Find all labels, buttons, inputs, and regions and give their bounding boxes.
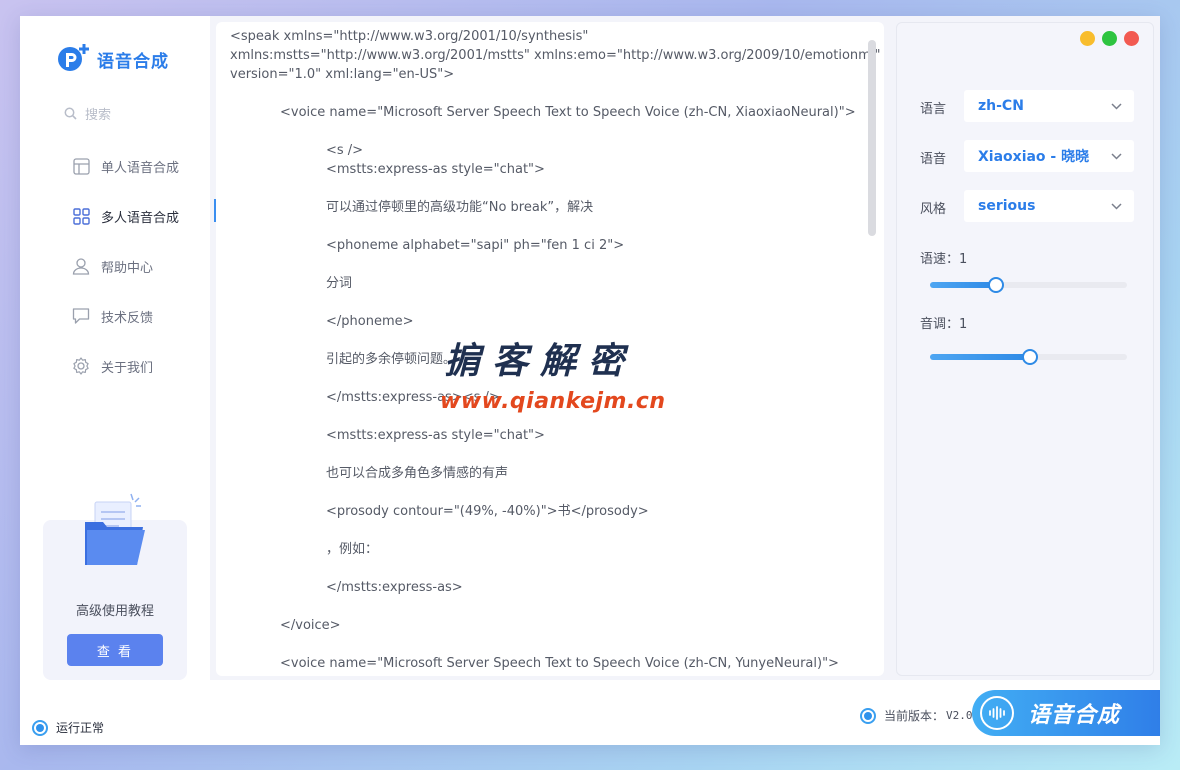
speed-slider-fill bbox=[930, 282, 995, 288]
sidebar-item-feedback[interactable]: 技术反馈 bbox=[20, 291, 210, 341]
pitch-slider[interactable] bbox=[930, 349, 1127, 365]
code-line: 分词 bbox=[326, 276, 353, 291]
speed-label: 语速：1 bbox=[920, 252, 968, 267]
sidebar-item-about[interactable]: 关于我们 bbox=[20, 341, 210, 391]
chevron-down-icon bbox=[1111, 102, 1122, 110]
style-select[interactable]: serious bbox=[964, 190, 1134, 222]
status-indicator: 运行正常 bbox=[32, 719, 104, 736]
app-logo: 语音合成 bbox=[57, 42, 169, 76]
sidebar-item-label: 多人语音合成 bbox=[101, 210, 180, 226]
code-line: </voice> bbox=[280, 618, 341, 633]
speed-slider-thumb[interactable] bbox=[988, 277, 1004, 293]
window-controls bbox=[1080, 31, 1139, 46]
voice-label: 语音 bbox=[920, 152, 947, 167]
language-label: 语言 bbox=[920, 102, 947, 117]
version-dot-icon bbox=[860, 707, 876, 724]
logo-text: 语音合成 bbox=[97, 51, 169, 72]
code-line: <mstts:express-as style="chat"> bbox=[326, 162, 545, 177]
version-info: 当前版本： V2.0 bbox=[860, 707, 973, 724]
sidebar-item-single-voice[interactable]: 单人语音合成 bbox=[20, 141, 210, 191]
code-line: <voice name="Microsoft Server Speech Tex… bbox=[280, 105, 856, 120]
voice-select[interactable]: Xiaoxiao - 晓晓 bbox=[964, 140, 1134, 172]
grid-icon bbox=[72, 207, 90, 225]
search-box[interactable]: 搜索 bbox=[64, 104, 111, 123]
language-value: zh-CN bbox=[978, 98, 1024, 114]
code-line: <speak xmlns="http://www.w3.org/2001/10/… bbox=[230, 29, 589, 44]
logo-p-icon bbox=[57, 42, 91, 76]
minimize-button[interactable] bbox=[1080, 31, 1095, 46]
close-button[interactable] bbox=[1124, 31, 1139, 46]
code-line: </mstts:express-as> bbox=[326, 580, 463, 595]
synthesize-label: 语音合成 bbox=[1028, 703, 1121, 728]
bottom-bar: 当前版本： V2.0 语音合成 bbox=[210, 680, 1160, 745]
chat-icon bbox=[72, 307, 90, 325]
speed-slider[interactable] bbox=[930, 277, 1127, 293]
code-line: <mstts:express-as style="chat"> bbox=[326, 428, 545, 443]
chevron-down-icon bbox=[1111, 152, 1122, 160]
folder-icon bbox=[83, 492, 153, 576]
code-line: <phoneme alphabet="sapi" ph="fen 1 ci 2"… bbox=[326, 238, 625, 253]
editor-scrollbar[interactable] bbox=[868, 40, 876, 236]
tutorial-label: 高级使用教程 bbox=[75, 604, 154, 619]
settings-panel: 语言 zh-CN 语音 Xiaoxiao - 晓晓 风格 serious 语速：… bbox=[896, 22, 1154, 676]
view-tutorial-button[interactable]: 查 看 bbox=[67, 634, 163, 666]
code-line: <voice name="Microsoft Server Speech Tex… bbox=[280, 656, 839, 671]
sidebar-item-help[interactable]: 帮助中心 bbox=[20, 241, 210, 291]
sidebar-item-label: 技术反馈 bbox=[101, 310, 154, 326]
sidebar-nav: 单人语音合成 多人语音合成 帮助中心 技术反馈 关于我们 bbox=[20, 141, 210, 391]
sidebar-item-label: 关于我们 bbox=[101, 360, 154, 376]
style-value: serious bbox=[978, 198, 1036, 214]
status-dot-icon bbox=[32, 719, 48, 736]
maximize-button[interactable] bbox=[1102, 31, 1117, 46]
sidebar-item-label: 帮助中心 bbox=[101, 260, 154, 276]
code-line: <s /> bbox=[326, 143, 364, 158]
code-line: 可以通过停顿里的高级功能“No break”，解决 bbox=[326, 200, 594, 215]
language-select[interactable]: zh-CN bbox=[964, 90, 1134, 122]
style-label: 风格 bbox=[920, 202, 947, 217]
sidebar-item-multi-voice[interactable]: 多人语音合成 bbox=[20, 191, 210, 241]
synthesize-button[interactable]: 语音合成 bbox=[972, 690, 1160, 736]
pitch-slider-thumb[interactable] bbox=[1021, 349, 1038, 365]
code-line: 引起的多余停顿问题。 bbox=[326, 352, 457, 367]
watermark-title: 掮客解密 bbox=[444, 341, 637, 382]
code-line: 也可以合成多角色多情感的有声 bbox=[326, 466, 509, 481]
code-line: xmlns:mstts="http://www.w3.org/2001/mstt… bbox=[230, 48, 881, 63]
status-text: 运行正常 bbox=[56, 721, 105, 735]
audio-wave-icon bbox=[980, 696, 1014, 730]
pitch-slider-fill bbox=[930, 354, 1029, 360]
search-icon bbox=[64, 107, 77, 120]
code-line: <prosody contour="(49%, -40%)">书</prosod… bbox=[326, 504, 649, 519]
tutorial-card: 高级使用教程 查 看 bbox=[43, 493, 187, 680]
code-line: ，例如： bbox=[326, 542, 379, 557]
gear-icon bbox=[72, 357, 90, 375]
sidebar: 语音合成 搜索 单人语音合成 多人语音合成 帮助中心 技术反馈 关于我们 高级使… bbox=[20, 16, 210, 745]
search-placeholder: 搜索 bbox=[85, 108, 112, 123]
user-icon bbox=[72, 257, 90, 275]
code-line: version="1.0" xml:lang="en-US"> bbox=[230, 67, 455, 82]
layout-icon bbox=[72, 157, 90, 175]
watermark-url: www.qiankejm.cn bbox=[440, 389, 666, 414]
pitch-label: 音调：1 bbox=[920, 317, 968, 332]
chevron-down-icon bbox=[1111, 202, 1122, 210]
version-value: V2.0 bbox=[946, 709, 973, 722]
version-label: 当前版本： bbox=[884, 709, 945, 723]
code-line: </phoneme> bbox=[326, 314, 414, 329]
sidebar-item-label: 单人语音合成 bbox=[101, 160, 180, 176]
voice-value: Xiaoxiao - 晓晓 bbox=[978, 149, 1090, 165]
